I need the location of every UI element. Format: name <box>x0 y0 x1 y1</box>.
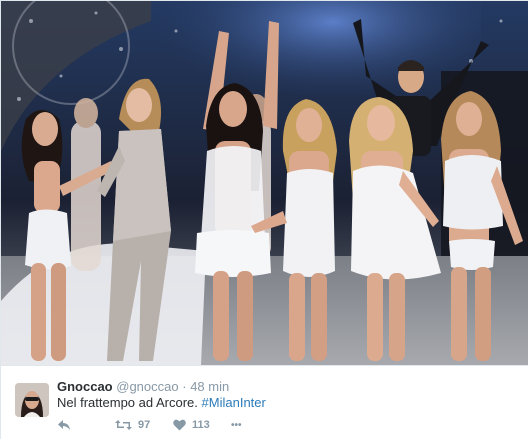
timestamp[interactable]: 48 min <box>190 379 229 394</box>
tweet-photo[interactable] <box>1 1 528 365</box>
tweet-text: Nel frattempo ad Arcore. #MilanInter <box>57 395 266 411</box>
more-icon: ••• <box>231 419 242 431</box>
avatar[interactable] <box>15 383 49 417</box>
hashtag-link[interactable]: #MilanInter <box>202 395 266 410</box>
retweet-count: 97 <box>138 419 151 431</box>
like-count: 113 <box>192 419 210 431</box>
heart-icon <box>173 419 186 431</box>
more-button[interactable]: ••• <box>231 420 261 431</box>
reply-button[interactable] <box>57 419 115 431</box>
header-separator: · <box>182 379 187 394</box>
tweet-actions: 97 113 ••• <box>57 417 261 433</box>
username[interactable]: @gnoccao <box>116 379 178 394</box>
retweet-button[interactable]: 97 <box>115 419 173 431</box>
runway-photo <box>1 1 528 365</box>
reply-icon <box>57 419 71 431</box>
tweet-body: Gnoccao @gnoccao · 48 min Nel frattempo … <box>1 365 528 439</box>
display-name[interactable]: Gnoccao <box>57 379 113 394</box>
tweet-card: Gnoccao @gnoccao · 48 min Nel frattempo … <box>0 0 528 439</box>
like-button[interactable]: 113 <box>173 419 231 431</box>
avatar-image <box>15 383 49 417</box>
tweet-header: Gnoccao @gnoccao · 48 min <box>57 379 229 395</box>
tweet-text-body: Nel frattempo ad Arcore. <box>57 395 198 410</box>
retweet-icon <box>115 419 132 431</box>
